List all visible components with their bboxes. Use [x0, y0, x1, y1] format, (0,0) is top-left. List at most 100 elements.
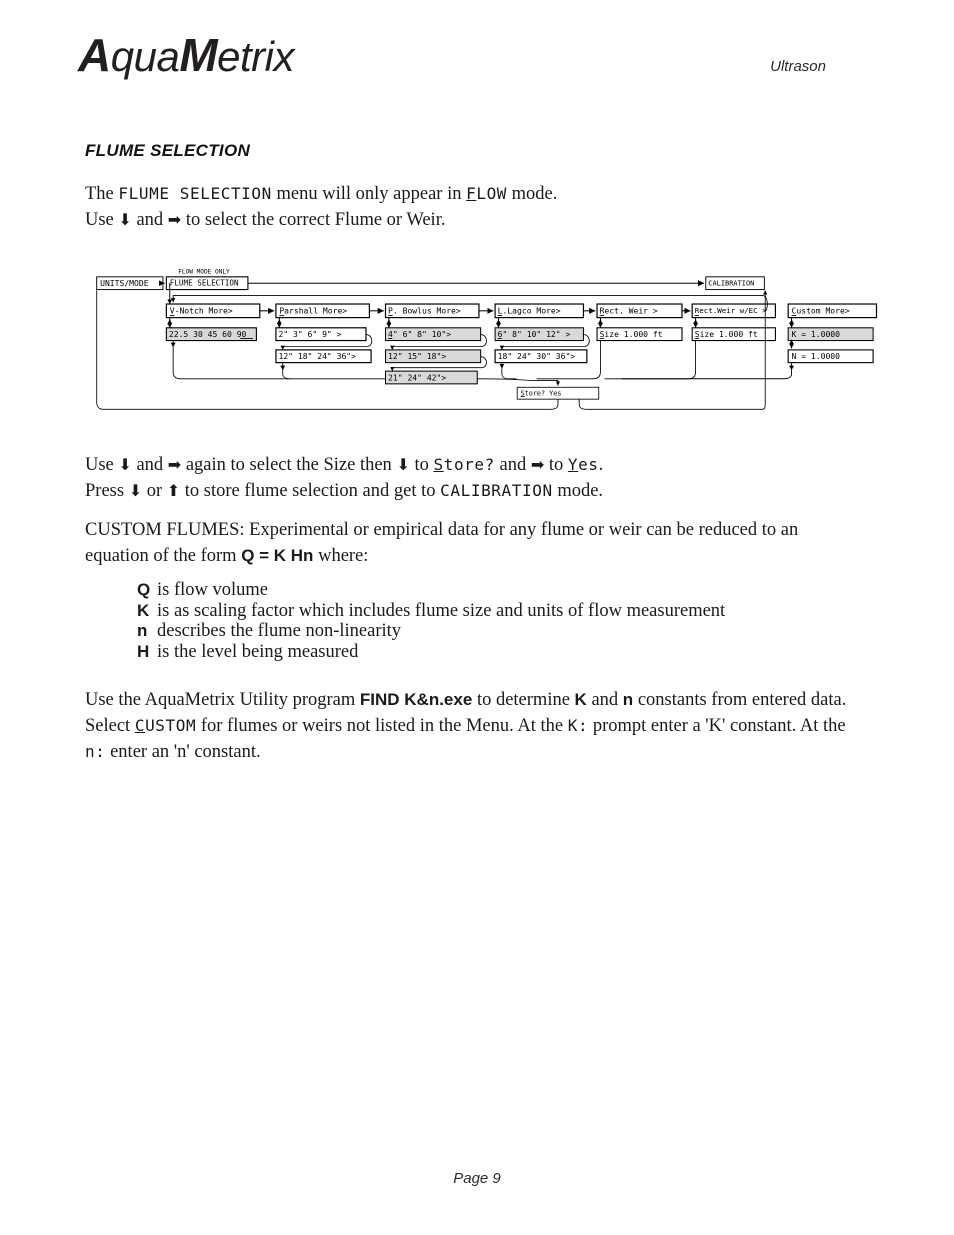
use-yes-initial: Y	[567, 455, 579, 474]
use-text-d: to	[409, 455, 434, 475]
logo-letter-a: A	[78, 29, 111, 81]
symbol-definition-list: Qis flow volume Kis as scaling factor wh…	[137, 580, 837, 662]
diagram-menu-v-notch: V-Notch More>	[170, 307, 233, 316]
press-calibration: CALIBRATION	[440, 481, 553, 500]
use-text-b: and	[131, 455, 168, 475]
diagram-size-bowlus-1: 4" 6" 8" 10">	[388, 330, 451, 339]
diagram-box-flume-selection: FLUME SELECTION	[170, 279, 239, 288]
logo-text-qua: qua	[110, 33, 180, 80]
page-footer: Page 9	[0, 1170, 954, 1187]
list-item: His the level being measured	[137, 642, 837, 663]
def-text-k: is as scaling factor which includes flum…	[157, 600, 726, 621]
diagram-size-custom-n: N = 1.0000	[792, 352, 841, 361]
def-symbol-n: n	[137, 621, 148, 640]
diagram-size-bowlus-3: 21" 24" 42">	[388, 373, 446, 382]
page-header: AquaMetrix Ultrason	[0, 0, 954, 110]
final-symbol-n: n	[622, 690, 634, 709]
final-text-c: and	[586, 690, 623, 710]
arrow-right-icon: ➡	[167, 210, 182, 229]
final-text-d: constants from entered data.	[633, 690, 847, 710]
arrow-up-icon: ⬆	[166, 481, 181, 500]
arrow-right-icon-3: ➡	[530, 455, 545, 474]
use-text-e: and	[494, 455, 531, 475]
logo-letter-m: M	[179, 29, 218, 81]
diagram-menu-custom: Custom More>	[792, 307, 850, 316]
diagram-flow-mode-only-label: FLOW MODE ONLY	[178, 269, 230, 276]
use-text-c: again to select the Size then	[181, 455, 397, 475]
arrow-right-icon-2: ➡	[167, 455, 182, 474]
final-symbol-k: K	[574, 690, 587, 709]
final-k-prompt: K:	[567, 716, 589, 735]
diagram-menu-rect-weir: Rect. Weir >	[600, 307, 658, 316]
final-custom-rest: USTOM	[145, 716, 197, 735]
utility-program-paragraph: Use the AquaMetrix Utility program FIND …	[85, 687, 875, 765]
use-store-rest: tore?	[443, 455, 495, 474]
use-instructions-paragraph: Use ⬇ and ➡ again to select the Size the…	[85, 452, 885, 504]
press-text-c: to store flume selection and get to	[180, 481, 441, 501]
custom-line-2a: equation of the form	[85, 546, 242, 566]
intro-menu-name: FLUME SELECTION	[118, 184, 272, 203]
final-custom-initial: C	[134, 716, 146, 735]
header-product-label: Ultrason	[770, 58, 826, 75]
diagram-box-calibration: CALIBRATION	[708, 280, 754, 288]
intro-text-d: Use	[85, 210, 119, 230]
intro-paragraph: The FLUME SELECTION menu will only appea…	[85, 181, 885, 233]
diagram-size-custom-k: K = 1.0000	[792, 330, 841, 339]
final-text-g: prompt enter a 'K' constant. At the	[588, 716, 846, 736]
diagram-box-units-mode: UNITS/MODE	[100, 279, 149, 288]
custom-equation: Q = K Hn	[241, 546, 314, 565]
diagram-menu-rect-weir-ec: Rect.Weir w/EC >	[695, 306, 767, 315]
use-text-f: to	[544, 455, 568, 475]
final-n-prompt: n:	[85, 742, 106, 761]
use-text-g: .	[598, 455, 604, 475]
custom-line-1: CUSTOM FLUMES: Experimental or empirical…	[85, 520, 799, 540]
diagram-size-rectweir-1: Size 1.000 ft	[600, 330, 663, 339]
diagram-size-lagco-2: 18" 24" 30" 36">	[498, 352, 576, 361]
press-text-b: or	[142, 481, 167, 501]
diagram-size-vnotch-1: 22.5 30 45 60 90	[169, 330, 247, 339]
def-text-q: is flow volume	[157, 580, 268, 600]
final-text-a: Use the AquaMetrix Utility program	[85, 690, 360, 710]
list-item: n describes the flume non-linearity	[137, 621, 837, 642]
intro-mode-rest: LOW	[476, 184, 508, 203]
use-yes-rest: es	[578, 455, 599, 474]
use-text-a: Use	[85, 455, 119, 475]
arrow-down-icon-3: ⬇	[396, 455, 410, 474]
press-text-d: mode.	[552, 481, 604, 501]
def-symbol-q: Q	[137, 580, 151, 599]
brand-logo: AquaMetrix	[78, 28, 294, 82]
diagram-size-bowlus-2: 12" 15" 18">	[388, 352, 446, 361]
custom-line-2b: where:	[313, 546, 369, 566]
flume-selection-flow-diagram: FLOW MODE ONLY UNITS/MODE FLUME SELECTIO…	[95, 252, 885, 424]
use-store-initial: S	[433, 455, 444, 474]
list-item: Kis as scaling factor which includes flu…	[137, 601, 837, 622]
def-symbol-k: K	[137, 600, 150, 620]
list-item: Qis flow volume	[137, 580, 837, 601]
press-text-a: Press	[85, 481, 129, 501]
final-text-h: enter an 'n' constant.	[105, 742, 261, 762]
arrow-down-icon-2: ⬇	[118, 455, 132, 474]
final-text-e: Select	[85, 716, 135, 736]
diagram-box-store: Store? Yes	[521, 390, 562, 398]
arrow-down-icon-4: ⬇	[128, 481, 143, 500]
logo-text-etrix: etrix	[217, 33, 294, 80]
page-title: FLUME SELECTION	[85, 141, 251, 160]
intro-text-c: mode.	[507, 184, 558, 204]
def-text-n: describes the flume non-linearity	[157, 621, 402, 641]
arrow-down-icon: ⬇	[118, 210, 132, 229]
diagram-menu-parshall: Parshall More>	[279, 307, 347, 316]
def-symbol-h: H	[137, 641, 150, 661]
intro-text-e: and	[131, 210, 168, 230]
diagram-size-parshall-1: 2" 3" 6" 9" >	[278, 330, 341, 339]
page-number: Page 9	[453, 1170, 501, 1187]
diagram-size-lagco-1: 6" 8" 10" 12" >	[498, 330, 571, 339]
intro-text-a: The	[85, 184, 119, 204]
intro-mode-initial: F	[466, 184, 477, 203]
def-text-h: is the level being measured	[157, 641, 359, 662]
diagram-menu-l-lagco: L.Lagco More>	[498, 307, 561, 316]
diagram-menu-p-bowlus: P. Bowlus More>	[388, 307, 461, 316]
final-text-b: to determine	[472, 690, 575, 710]
custom-flumes-paragraph: CUSTOM FLUMES: Experimental or empirical…	[85, 518, 825, 569]
intro-text-b: menu will only appear in	[271, 184, 467, 204]
final-text-f: for flumes or weirs not listed in the Me…	[196, 716, 568, 736]
